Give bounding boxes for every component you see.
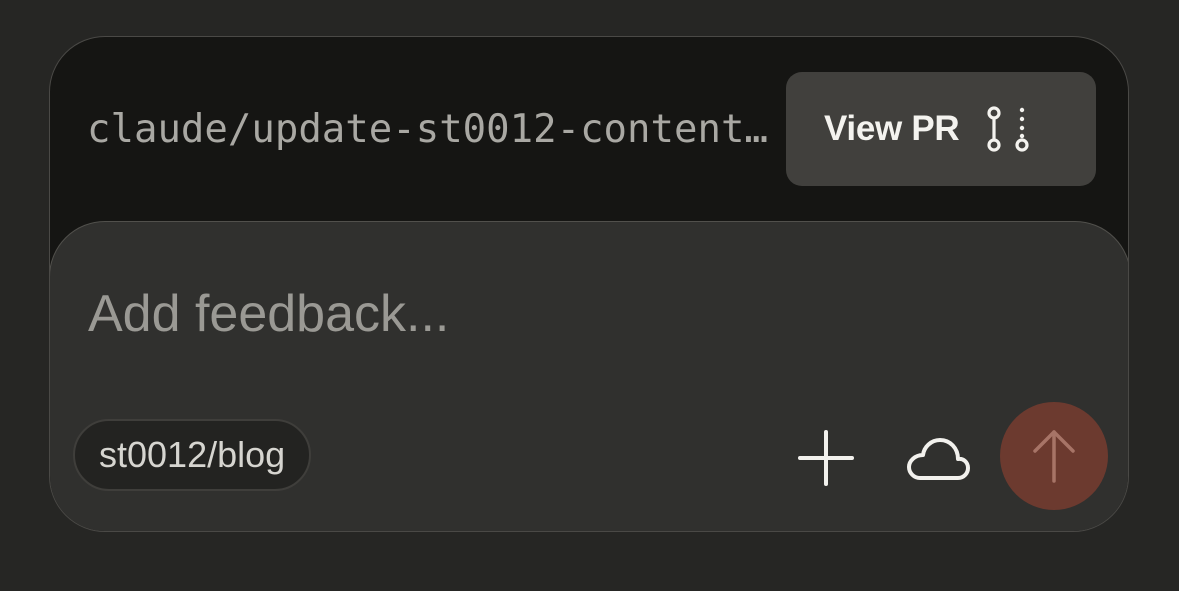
view-pr-button[interactable]: View PR: [786, 72, 1096, 186]
arrow-up-icon: [1033, 430, 1075, 483]
feedback-input[interactable]: [88, 284, 988, 344]
add-attachment-button[interactable]: [790, 422, 862, 494]
cloud-icon: [907, 438, 970, 480]
repo-chip-label: st0012/blog: [99, 434, 286, 475]
pr-session-card: claude/update-st0012-content-collections…: [49, 36, 1129, 532]
branch-name: claude/update-st0012-content-collections: [87, 109, 777, 151]
feedback-composer: st0012/blog: [50, 221, 1128, 531]
plus-icon: [798, 430, 854, 486]
git-pull-request-icon: [987, 106, 1029, 152]
send-button[interactable]: [1000, 402, 1108, 510]
view-pr-label: View PR: [824, 109, 960, 148]
branch-row: claude/update-st0012-content-collections…: [50, 37, 1128, 222]
repo-chip[interactable]: st0012/blog: [73, 419, 312, 491]
cloud-environment-button[interactable]: [902, 422, 974, 494]
